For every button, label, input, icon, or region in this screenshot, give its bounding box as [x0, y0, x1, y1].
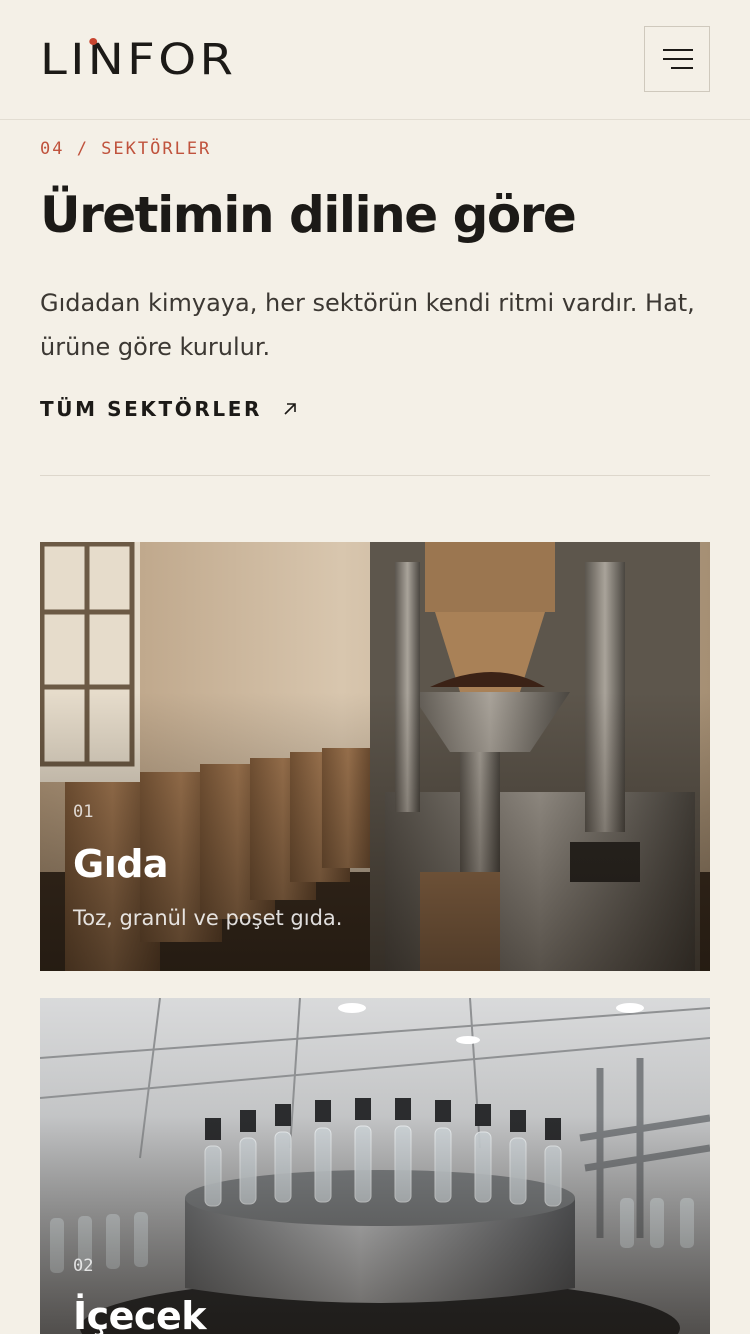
logo-text: LINFOR	[40, 35, 237, 85]
sector-name: İçecek	[73, 1294, 207, 1334]
all-sectors-label: TÜM SEKTÖRLER	[40, 397, 262, 421]
site-header: LINFOR	[0, 0, 750, 120]
sector-number: 01	[73, 802, 94, 822]
hamburger-icon	[663, 49, 693, 51]
arrow-up-right-icon	[284, 403, 296, 415]
all-sectors-link[interactable]: TÜM SEKTÖRLER	[40, 397, 298, 421]
section-title: Üretimin diline göre	[40, 186, 577, 244]
sector-card-beverage[interactable]: 02 İçecek	[40, 998, 710, 1334]
section-divider	[40, 475, 710, 476]
sector-card-food[interactable]: 01 Gıda Toz, granül ve poşet gıda.	[40, 542, 710, 971]
sector-number: 02	[73, 1256, 94, 1276]
sector-name: Gıda	[73, 842, 169, 886]
hamburger-icon-line	[671, 67, 693, 69]
menu-button[interactable]	[644, 26, 710, 92]
logo-dot	[89, 38, 98, 45]
sector-description: Toz, granül ve poşet gıda.	[73, 906, 343, 930]
brand-logo[interactable]: LINFOR	[40, 36, 236, 84]
section-eyebrow: 04 / SEKTÖRLER	[40, 139, 212, 159]
section-lead: Gıdadan kimyaya, her sektörün kendi ritm…	[40, 289, 695, 361]
card-overlay	[40, 998, 710, 1334]
hamburger-icon-line	[663, 58, 693, 60]
